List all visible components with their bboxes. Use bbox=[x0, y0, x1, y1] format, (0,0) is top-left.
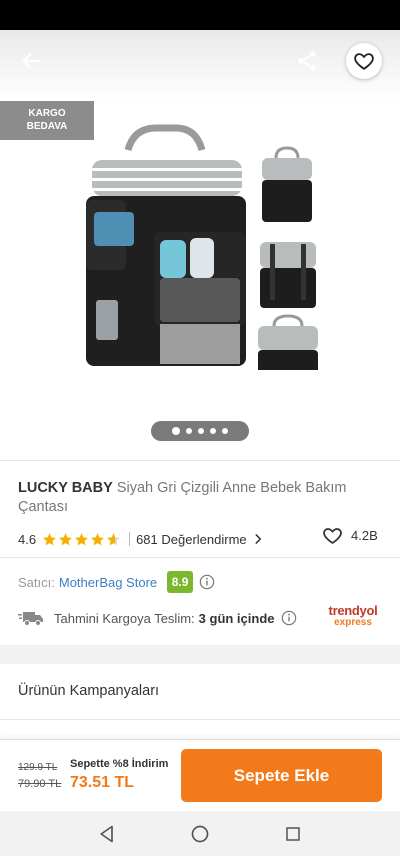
reviews-link[interactable]: 681 Değerlendirme bbox=[136, 532, 265, 547]
star-icon bbox=[59, 532, 72, 545]
pagination-dot[interactable] bbox=[210, 428, 216, 434]
info-icon[interactable] bbox=[281, 610, 297, 626]
product-brand[interactable]: LUCKY BABY bbox=[18, 480, 113, 496]
circle-home-icon bbox=[191, 825, 209, 842]
list-price: 79.90 TL bbox=[18, 778, 62, 790]
heart-outline-icon bbox=[354, 53, 374, 70]
star-rating bbox=[42, 532, 121, 547]
rating-value: 4.6 bbox=[18, 531, 37, 547]
triangle-back-icon bbox=[99, 825, 113, 842]
delivery-label: Tahmini Kargoya Teslim: bbox=[54, 610, 195, 626]
system-nav-bar bbox=[0, 811, 400, 856]
divider bbox=[0, 557, 400, 558]
delivery-row: Tahmini Kargoya Teslim: 3 gün içinde bbox=[18, 609, 297, 627]
chevron-right-icon bbox=[255, 534, 261, 544]
share-icon bbox=[298, 51, 316, 71]
campaigns-section[interactable]: Ürünün Kampanyaları bbox=[0, 664, 400, 720]
pagination-dot[interactable] bbox=[186, 428, 192, 434]
add-to-cart-button[interactable]: Sepete Ekle bbox=[181, 749, 382, 802]
truck-icon bbox=[18, 612, 43, 626]
star-icon bbox=[43, 532, 56, 545]
product-gallery[interactable]: KARGO BEDAVA bbox=[0, 30, 400, 460]
product-info: LUCKY BABY Siyah Gri Çizgili Anne Bebek … bbox=[0, 460, 400, 645]
logo-line-2: express bbox=[334, 617, 372, 628]
share-button[interactable] bbox=[290, 44, 324, 78]
heart-outline-icon bbox=[323, 528, 342, 544]
star-icon bbox=[91, 532, 104, 545]
product-title: LUCKY BABY Siyah Gri Çizgili Anne Bebek … bbox=[18, 479, 384, 517]
favorite-button[interactable] bbox=[346, 43, 382, 79]
campaigns-heading: Ürünün Kampanyaları bbox=[18, 683, 160, 699]
status-bar bbox=[0, 0, 400, 30]
square-recents-icon bbox=[286, 826, 301, 841]
back-button[interactable] bbox=[14, 46, 48, 76]
seller-label: Satıcı: bbox=[18, 574, 55, 590]
nav-back-button[interactable] bbox=[87, 814, 127, 854]
delivery-days: 3 gün içinde bbox=[198, 610, 275, 626]
seller-row: Satıcı: MotherBag Store 8.9 bbox=[18, 571, 215, 593]
checkout-bar: 129.9 TL 79.90 TL Sepette %8 İndirim 73.… bbox=[0, 739, 400, 811]
nav-recents-button[interactable] bbox=[273, 814, 313, 854]
divider bbox=[129, 532, 131, 546]
pagination-dot[interactable] bbox=[172, 427, 180, 435]
favorite-count-value: 4.2B bbox=[351, 528, 378, 543]
nav-home-button[interactable] bbox=[180, 814, 220, 854]
review-count: 681 Değerlendirme bbox=[136, 531, 247, 547]
old-price: 129.9 TL bbox=[18, 762, 58, 773]
pagination-dot[interactable] bbox=[198, 428, 204, 434]
seller-link[interactable]: MotherBag Store bbox=[59, 575, 157, 590]
product-image[interactable] bbox=[76, 120, 330, 370]
arrow-left-icon bbox=[22, 53, 40, 69]
logo-line-1: trendyol bbox=[328, 603, 378, 618]
basket-discount-label: Sepette %8 İndirim bbox=[70, 758, 169, 770]
seller-score-badge: 8.9 bbox=[167, 571, 194, 593]
header-shade bbox=[0, 30, 400, 100]
half-star-icon bbox=[107, 532, 120, 545]
favorite-count[interactable]: 4.2B bbox=[322, 525, 378, 546]
content-continuation bbox=[0, 720, 400, 740]
info-icon[interactable] bbox=[199, 574, 215, 590]
star-icon bbox=[75, 532, 88, 545]
pagination-dot[interactable] bbox=[222, 428, 228, 434]
gallery-pagination[interactable] bbox=[151, 421, 249, 441]
trendyol-express-logo: trendyol express bbox=[318, 604, 388, 628]
final-price: 73.51 TL bbox=[70, 774, 135, 791]
